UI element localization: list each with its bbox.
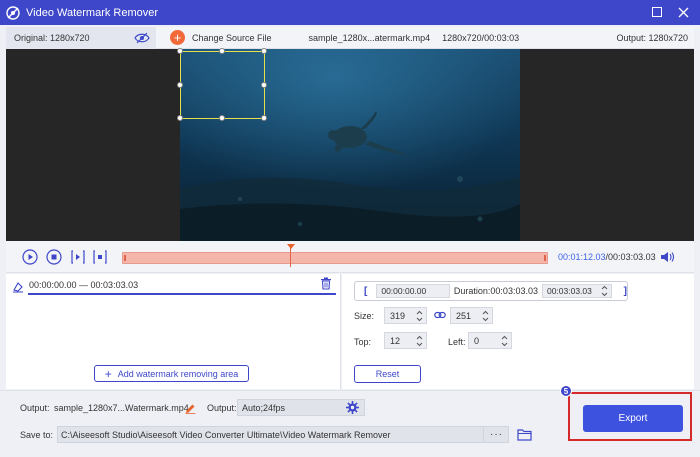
step-badge: 5 [560,385,572,397]
left-spinner-icon[interactable] [501,335,508,347]
height-spinner-icon[interactable] [482,310,489,322]
resize-handle[interactable] [177,48,183,54]
output-format-value: Auto;24fps [242,402,286,413]
height-value: 251 [456,310,472,321]
edit-pencil-icon[interactable] [185,403,196,414]
left-label: Left: [448,337,466,347]
change-source-button[interactable]: Change Source File [192,33,272,43]
timeline-end-cap[interactable] [544,255,546,261]
height-input[interactable]: 251 [450,307,493,324]
output-resolution: Output: 1280x720 [616,32,688,43]
segment-time-range[interactable]: 00:00:00.00 — 00:03:03.03 [29,280,138,290]
output-file-name: sample_1280x7...Watermark.mp4 [54,403,189,413]
total-time: /00:03:03.03 [605,252,656,262]
segment-bar [28,293,336,295]
watermark-selection-box[interactable] [177,48,267,121]
set-end-icon[interactable] [92,249,108,265]
timeline-start-cap[interactable] [124,255,126,261]
resize-handle[interactable] [219,48,225,54]
duration-value: 00:03:03.03 [490,286,538,296]
trash-icon[interactable] [320,277,332,290]
resize-handle[interactable] [177,115,183,121]
add-area-label: Add watermark removing area [117,368,239,379]
volume-icon[interactable] [660,250,676,264]
gear-icon[interactable] [346,401,359,414]
top-input[interactable]: 12 [384,332,427,349]
top-value: 12 [390,335,401,346]
parameters-panel: [ 00:00:00.00 Duration: 00:03:03.03 00:03… [342,274,694,389]
close-button[interactable] [676,5,690,19]
source-file-name: sample_1280x...atermark.mp4 [308,32,431,43]
link-ratio-icon[interactable] [434,310,446,320]
output-file-label: Output: [20,403,50,413]
save-path-field[interactable]: C:\Aiseesoft Studio\Aiseesoft Video Conv… [57,426,509,443]
eraser-icon [13,282,23,293]
eye-slash-icon[interactable] [134,31,150,45]
end-time-value: 00:03:03.03 [546,286,592,296]
app-logo-icon [6,5,20,20]
start-time-value: 00:00:00.00 [381,286,427,296]
resize-handle[interactable] [261,48,267,54]
resize-handle[interactable] [219,115,225,121]
play-icon[interactable] [22,249,38,265]
window-controls [650,5,690,19]
original-panel: Original: 1280x720 [6,26,156,49]
width-value: 319 [390,310,406,321]
save-to-label: Save to: [20,430,54,440]
window-title: Video Watermark Remover [26,6,159,19]
end-time-spinner-icon[interactable] [601,285,608,297]
playback-controls: 00:01:12.03/00:03:03.03 [6,241,694,273]
timeline-track[interactable] [122,252,548,264]
top-spinner-icon[interactable] [416,335,423,347]
width-input[interactable]: 319 [384,307,427,324]
time-readout: 00:01:12.03/00:03:03.03 [558,252,656,262]
set-end-bracket[interactable]: ] [624,286,627,297]
start-time-field[interactable]: 00:00:00.00 [376,284,450,298]
maximize-button[interactable] [650,5,664,19]
plus-icon: + [104,366,112,381]
left-input[interactable]: 0 [468,332,512,349]
source-file-resolution: 1280x720/00:03:03 [442,32,520,43]
folder-icon[interactable] [517,428,532,441]
reset-button[interactable]: Reset [354,365,421,383]
segment-panel: 00:00:00.00 — 00:03:03.03 + Add watermar… [6,274,341,389]
left-value: 0 [474,335,480,346]
add-watermark-area-button[interactable]: + Add watermark removing area [94,365,249,382]
browse-button[interactable]: ··· [483,426,509,443]
current-time: 00:01:12.03 [558,252,606,262]
resize-handle[interactable] [261,115,267,121]
output-format-label: Output: [207,403,237,413]
time-range-group: [ 00:00:00.00 Duration: 00:03:03.03 00:03… [354,281,628,301]
original-resolution: Original: 1280x720 [14,32,90,43]
end-time-field[interactable]: 00:03:03.03 [541,284,612,298]
duration-label: Duration: [453,286,491,296]
stop-icon[interactable] [46,249,62,265]
top-label: Top: [354,337,372,347]
size-label: Size: [354,311,375,321]
export-highlight-box [568,392,692,441]
width-spinner-icon[interactable] [416,310,423,322]
save-path-value: C:\Aiseesoft Studio\Aiseesoft Video Conv… [61,429,391,440]
maximize-icon [652,7,662,17]
close-icon [678,7,688,17]
resize-handle[interactable] [177,82,183,88]
set-start-icon[interactable] [70,249,86,265]
set-start-bracket[interactable]: [ [364,286,367,297]
info-bar: Original: 1280x720 + Change Source File … [6,26,694,49]
playhead-marker[interactable] [287,244,295,249]
title-bar: Video Watermark Remover [0,0,700,25]
resize-handle[interactable] [261,82,267,88]
video-preview [6,48,694,241]
add-source-icon[interactable]: + [170,30,185,45]
